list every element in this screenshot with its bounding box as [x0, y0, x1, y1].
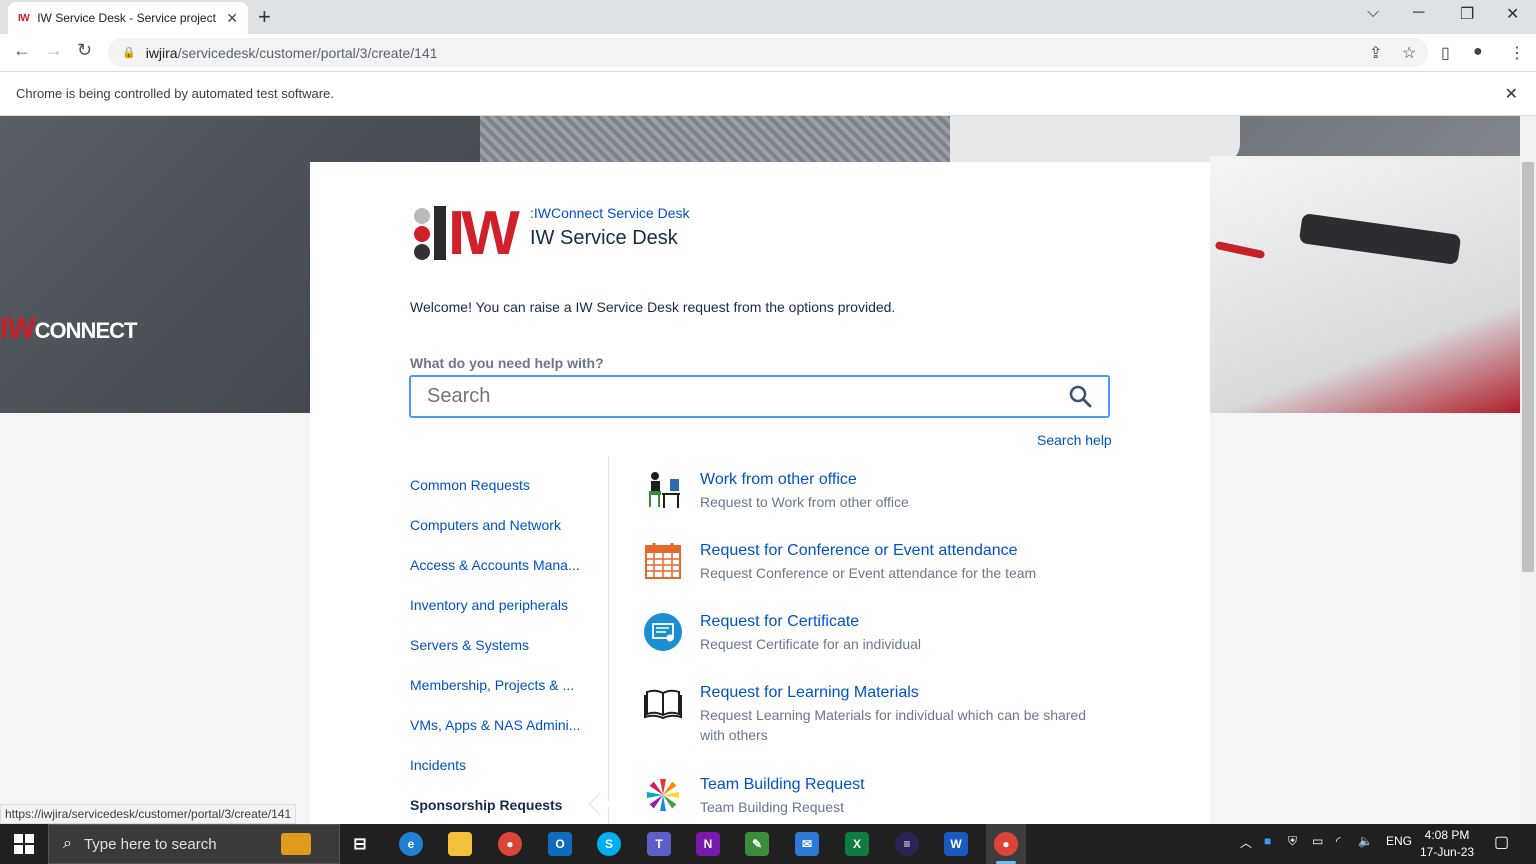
- forward-icon[interactable]: →: [45, 40, 63, 61]
- briefcase-icon: [281, 833, 311, 855]
- request-description: Request Certificate for an individual: [700, 636, 922, 652]
- chrome-icon[interactable]: ●: [498, 832, 522, 856]
- tray-security-icon[interactable]: ⛨: [1288, 834, 1297, 849]
- tray-battery-icon[interactable]: ▭: [1312, 834, 1323, 848]
- windows-start-icon[interactable]: [14, 834, 34, 854]
- team-icon: [647, 779, 679, 811]
- windows-taskbar: ⌕ Type here to search ⊟ e ● O S T N ✎ ✉ …: [0, 824, 1536, 864]
- infobar-text: Chrome is being controlled by automated …: [16, 86, 334, 101]
- tab-favicon-icon: IW: [18, 12, 30, 24]
- hero-desk-image: [1210, 156, 1520, 413]
- tab-search-icon[interactable]: ⌵: [1367, 4, 1379, 22]
- tray-chevron-icon[interactable]: ︿: [1240, 834, 1252, 851]
- mail-icon[interactable]: ✉: [795, 832, 819, 856]
- status-url-tooltip: https://iwjira/servicedesk/customer/port…: [0, 804, 297, 824]
- reload-icon[interactable]: ↻: [77, 40, 92, 61]
- browser-toolbar: ← → ↻ 🔒 iwjira/servicedesk/customer/port…: [0, 34, 1536, 71]
- request-title[interactable]: Request for Learning Materials: [700, 684, 919, 702]
- menu-kebab-icon[interactable]: ⋮: [1509, 43, 1525, 63]
- request-description: Request Learning Materials for individua…: [700, 707, 1086, 743]
- profile-avatar-icon[interactable]: ●: [1473, 43, 1483, 61]
- share-icon[interactable]: ⇪: [1369, 43, 1382, 63]
- url-host: iwjira: [145, 44, 178, 61]
- certificate-icon: [644, 613, 682, 651]
- search-input[interactable]: [409, 375, 1110, 418]
- chrome-active-icon[interactable]: ●: [994, 832, 1018, 856]
- service-desk-breadcrumb[interactable]: :IWConnect Service Desk: [530, 205, 690, 221]
- new-tab-icon[interactable]: +: [258, 4, 271, 30]
- minimize-icon[interactable]: ─: [1413, 4, 1424, 22]
- tray-language[interactable]: ENG: [1386, 834, 1412, 848]
- tray-volume-icon[interactable]: 🔈: [1358, 834, 1373, 848]
- task-view-icon[interactable]: ⊟: [348, 832, 372, 856]
- taskbar-search-icon: ⌕: [63, 835, 72, 852]
- browser-tab-bar: IW IW Service Desk - Service project ✕ +…: [0, 0, 1536, 34]
- back-icon[interactable]: ←: [13, 40, 31, 61]
- hero-laptop-image: [950, 116, 1240, 164]
- hero-shirt-image: [480, 116, 960, 164]
- request-description: Request Conference or Event attendance f…: [700, 565, 1037, 581]
- search-icon[interactable]: [1068, 384, 1092, 408]
- category-membership-projects[interactable]: Membership, Projects & ...: [410, 677, 574, 693]
- excel-icon[interactable]: X: [845, 832, 869, 856]
- welcome-text: Welcome! You can raise a IW Service Desk…: [410, 299, 896, 315]
- category-common-requests[interactable]: Common Requests: [410, 477, 530, 493]
- tab-close-icon[interactable]: ✕: [226, 10, 238, 27]
- category-access-accounts[interactable]: Access & Accounts Mana...: [410, 557, 580, 573]
- bookmark-star-icon[interactable]: ☆: [1402, 43, 1416, 63]
- url-path: /servicedesk/customer/portal/3/create/14…: [177, 44, 438, 61]
- word-icon[interactable]: W: [944, 832, 968, 856]
- clock-time: 4:08 PM: [1424, 828, 1470, 842]
- page-title: IW Service Desk: [530, 227, 678, 249]
- eclipse-icon[interactable]: ≡: [895, 832, 919, 856]
- taskbar-search-placeholder: Type here to search: [83, 835, 217, 853]
- tray-wifi-icon[interactable]: ◜: [1336, 834, 1341, 848]
- calendar-icon: [645, 543, 681, 579]
- outlook-icon[interactable]: O: [548, 832, 572, 856]
- category-sponsorship-requests[interactable]: Sponsorship Requests: [410, 797, 562, 813]
- window-close-icon[interactable]: ✕: [1506, 4, 1519, 24]
- skype-icon[interactable]: S: [597, 832, 621, 856]
- category-divider: [608, 456, 609, 824]
- edge-icon[interactable]: e: [399, 832, 423, 856]
- browser-tab[interactable]: IW IW Service Desk - Service project ✕: [8, 2, 248, 34]
- search-help-link[interactable]: Search help: [1037, 432, 1112, 448]
- onenote-icon[interactable]: N: [696, 832, 720, 856]
- notepad-plus-icon[interactable]: ✎: [745, 832, 769, 856]
- category-vms-apps-nas[interactable]: VMs, Apps & NAS Admini...: [410, 717, 580, 733]
- request-title[interactable]: Request for Conference or Event attendan…: [700, 542, 1018, 560]
- desk-worker-icon: [649, 472, 680, 508]
- search-label: What do you need help with?: [410, 355, 604, 371]
- request-title[interactable]: Work from other office: [700, 471, 857, 489]
- request-description: Team Building Request: [700, 799, 844, 815]
- tray-outlook-icon[interactable]: ■: [1264, 834, 1271, 848]
- category-inventory-peripherals[interactable]: Inventory and peripherals: [410, 597, 568, 613]
- book-icon: [644, 689, 682, 720]
- tab-title: IW Service Desk - Service project: [37, 11, 216, 25]
- clock-date: 17-Jun-23: [1420, 845, 1475, 859]
- infobar-close-icon[interactable]: ✕: [1505, 84, 1518, 104]
- lock-icon[interactable]: 🔒: [122, 46, 136, 59]
- teams-icon[interactable]: T: [647, 832, 671, 856]
- request-title[interactable]: Request for Certificate: [700, 613, 859, 631]
- automation-infobar: Chrome is being controlled by automated …: [0, 71, 1536, 116]
- category-servers-systems[interactable]: Servers & Systems: [410, 637, 529, 653]
- request-description: Request to Work from other office: [700, 494, 909, 510]
- file-explorer-icon[interactable]: [448, 832, 472, 856]
- address-bar[interactable]: 🔒 iwjira/servicedesk/customer/portal/3/c…: [108, 38, 1428, 67]
- request-title[interactable]: Team Building Request: [700, 776, 865, 794]
- hero-iwconnect-logo: IWCONNECT: [0, 312, 137, 345]
- side-panel-icon[interactable]: ▯: [1441, 43, 1450, 63]
- iw-portal-logo: IW: [410, 199, 520, 268]
- notifications-icon[interactable]: ▢: [1494, 832, 1509, 852]
- taskbar-clock[interactable]: 4:08 PM 17-Jun-23: [1420, 827, 1474, 861]
- scrollbar-thumb[interactable]: [1522, 162, 1534, 572]
- category-incidents[interactable]: Incidents: [410, 757, 466, 773]
- taskbar-search-box[interactable]: ⌕ Type here to search: [48, 824, 340, 864]
- category-computers-network[interactable]: Computers and Network: [410, 517, 561, 533]
- restore-icon[interactable]: ❐: [1460, 4, 1474, 24]
